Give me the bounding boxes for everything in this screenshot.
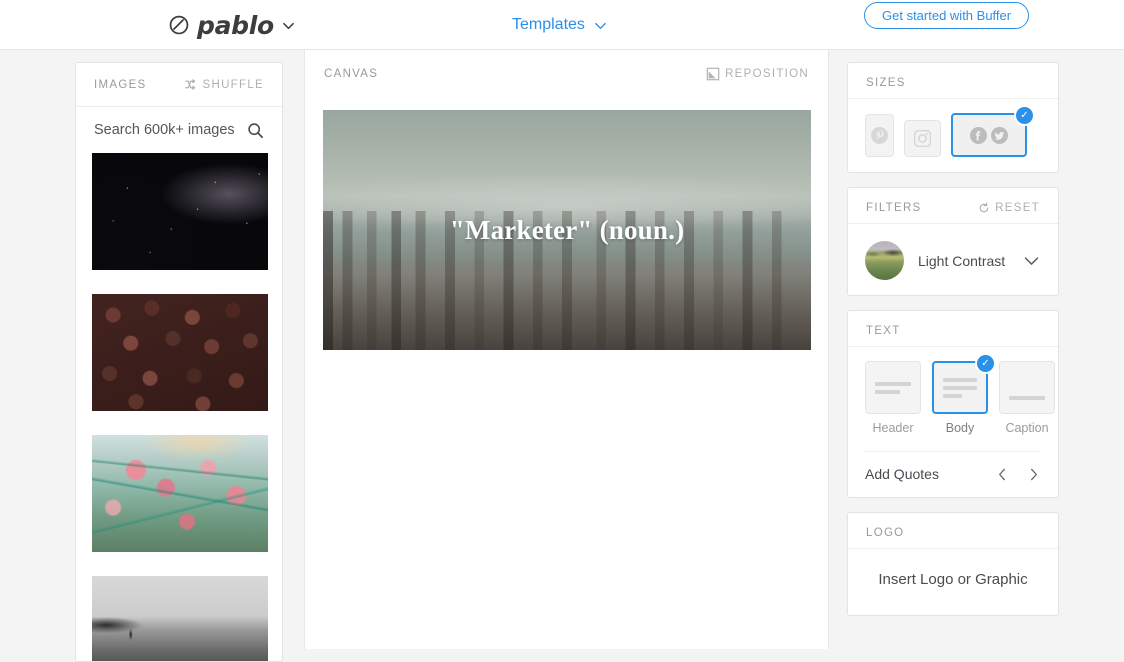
preview-bar bbox=[875, 389, 901, 394]
pinterest-icon bbox=[871, 127, 888, 144]
twitter-icon bbox=[991, 126, 1008, 144]
sizes-panel-header: SIZES bbox=[848, 63, 1058, 99]
pablo-circle-slash-logo-icon bbox=[169, 15, 189, 35]
text-panel-title: TEXT bbox=[866, 325, 901, 337]
filter-name-label: Light Contrast bbox=[918, 252, 1006, 269]
chevron-down-icon bbox=[595, 22, 606, 29]
reposition-label: REPOSITION bbox=[725, 67, 809, 80]
image-thumbnail-coffee-beans[interactable] bbox=[92, 294, 268, 411]
text-style-option-header[interactable]: Header bbox=[865, 361, 921, 435]
search-icon[interactable] bbox=[247, 122, 264, 139]
filter-selector[interactable]: Light Contrast bbox=[865, 238, 1041, 280]
sizes-panel: SIZES ✓ bbox=[847, 62, 1059, 173]
buffer-cta-label: Get started with Buffer bbox=[882, 8, 1012, 23]
facebook-twitter-icon bbox=[970, 126, 1008, 144]
logo-panel-header: LOGO bbox=[848, 513, 1058, 549]
canvas-panel: CANVAS REPOSITION "Marketer" (noun.) bbox=[304, 50, 829, 649]
templates-menu[interactable]: Templates bbox=[512, 0, 608, 50]
shuffle-label: SHUFFLE bbox=[202, 78, 264, 91]
chevron-down-icon[interactable] bbox=[1022, 251, 1041, 270]
shuffle-button[interactable]: SHUFFLE bbox=[184, 78, 265, 91]
filters-panel-header: FILTERS RESET bbox=[848, 188, 1058, 224]
search-row[interactable] bbox=[76, 107, 282, 153]
image-thumbnail-black-and-white-beach-surfer[interactable] bbox=[92, 576, 268, 661]
sizes-panel-title: SIZES bbox=[866, 77, 906, 89]
logo-panel-title: LOGO bbox=[866, 527, 905, 539]
brand-name: pablo bbox=[197, 10, 274, 40]
text-panel-body: Header ✓ Body Caption Add Quotes bbox=[848, 347, 1058, 497]
facebook-icon bbox=[970, 126, 987, 144]
chevron-left-icon[interactable] bbox=[995, 467, 1010, 482]
search-input[interactable] bbox=[94, 122, 244, 138]
image-thumbnail-pink-wildflowers[interactable] bbox=[92, 435, 268, 552]
reset-circle-arrow-icon bbox=[979, 202, 989, 213]
preview-bar bbox=[943, 385, 977, 390]
templates-label: Templates bbox=[512, 16, 585, 33]
text-style-label-caption: Caption bbox=[1005, 421, 1049, 435]
text-style-label-header: Header bbox=[872, 421, 914, 435]
size-options: ✓ bbox=[865, 107, 1041, 157]
text-panel-header: TEXT bbox=[848, 311, 1058, 347]
images-panel-header: IMAGES SHUFFLE bbox=[76, 63, 282, 107]
brand-logo[interactable]: pablo bbox=[168, 0, 296, 50]
preview-bar bbox=[943, 377, 977, 382]
preview-bar bbox=[943, 393, 962, 398]
reposition-button[interactable]: REPOSITION bbox=[706, 67, 809, 81]
text-style-option-caption[interactable]: Caption bbox=[999, 361, 1055, 435]
image-thumbnail-night-sky-milky-way[interactable] bbox=[92, 153, 268, 270]
get-started-with-buffer-button[interactable]: Get started with Buffer bbox=[864, 2, 1030, 29]
sizes-panel-body: ✓ bbox=[848, 99, 1058, 172]
chevron-right-icon[interactable] bbox=[1026, 467, 1041, 482]
preview-bar bbox=[875, 381, 911, 386]
size-option-facebook-twitter[interactable]: ✓ bbox=[951, 107, 1033, 157]
add-quotes-button[interactable]: Add Quotes bbox=[865, 466, 939, 482]
text-style-options: Header ✓ Body Caption bbox=[865, 355, 1055, 435]
chevron-down-icon[interactable] bbox=[281, 18, 296, 33]
size-option-instagram[interactable] bbox=[904, 120, 941, 157]
filters-panel-body: Light Contrast bbox=[848, 224, 1058, 295]
text-style-option-body[interactable]: ✓ Body bbox=[932, 355, 994, 435]
text-style-preview-body: ✓ bbox=[932, 355, 994, 414]
canvas-overlay-text[interactable]: "Marketer" (noun.) bbox=[450, 215, 685, 246]
quotes-navigation bbox=[995, 467, 1041, 482]
size-option-pinterest[interactable] bbox=[865, 114, 894, 157]
reset-filters-button[interactable]: RESET bbox=[978, 202, 1040, 214]
check-icon: ✓ bbox=[1016, 107, 1033, 124]
canvas-panel-title: CANVAS bbox=[324, 67, 379, 80]
logo-panel: LOGO Insert Logo or Graphic bbox=[847, 512, 1059, 616]
filter-preview-thumbnail bbox=[865, 241, 904, 280]
insert-logo-button[interactable]: Insert Logo or Graphic bbox=[878, 571, 1027, 588]
shuffle-icon bbox=[184, 79, 195, 90]
filters-panel-title: FILTERS bbox=[866, 202, 922, 214]
check-icon: ✓ bbox=[977, 355, 994, 372]
images-panel: IMAGES SHUFFLE bbox=[75, 62, 283, 662]
preview-bar bbox=[1009, 396, 1045, 400]
add-quotes-row: Add Quotes bbox=[865, 451, 1041, 482]
canvas-stage[interactable]: "Marketer" (noun.) bbox=[323, 110, 811, 350]
filters-panel: FILTERS RESET Light Contrast bbox=[847, 187, 1059, 296]
canvas-panel-header: CANVAS REPOSITION bbox=[305, 50, 828, 97]
right-sidebar: SIZES ✓ FILTERS RESET Light Contrast TEX… bbox=[847, 62, 1059, 630]
text-style-label-body: Body bbox=[945, 421, 975, 435]
image-thumbnail-list bbox=[76, 153, 282, 661]
reposition-icon bbox=[706, 67, 720, 80]
top-bar: pablo Templates Get started with Buffer bbox=[0, 0, 1124, 50]
logo-panel-body: Insert Logo or Graphic bbox=[848, 549, 1058, 615]
text-style-preview-caption bbox=[999, 361, 1055, 414]
reset-label: RESET bbox=[995, 202, 1040, 214]
images-panel-title: IMAGES bbox=[94, 78, 147, 91]
text-panel: TEXT Header ✓ Body Caption Add Quotes bbox=[847, 310, 1059, 498]
instagram-icon bbox=[914, 130, 931, 147]
text-style-preview-header bbox=[865, 361, 921, 414]
